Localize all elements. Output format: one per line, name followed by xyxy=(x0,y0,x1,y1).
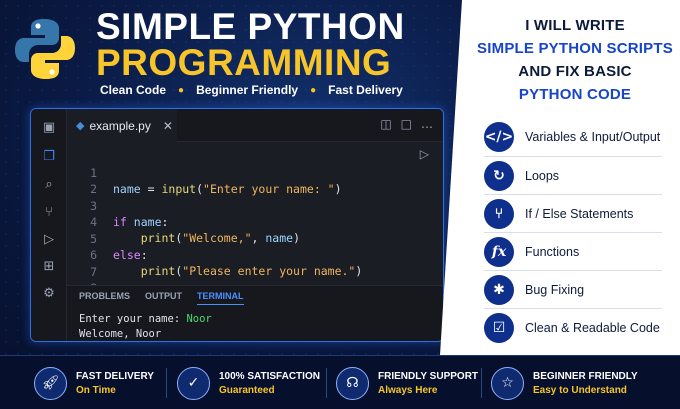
feature-label: If / Else Statements xyxy=(525,207,634,221)
shield-check-icon: ✓ xyxy=(177,366,210,400)
benefit-title: BEGINNER FRIENDLY xyxy=(533,370,638,382)
code-text: name = input("Enter your name: ") xyxy=(113,182,342,196)
feature-item: ✱ Bug Fixing xyxy=(484,275,674,305)
benefit-satisfaction: ✓ 100% SATISFACTION Guaranteed xyxy=(177,365,320,401)
offer-heading: I WILL WRITE SIMPLE PYTHON SCRIPTS AND F… xyxy=(470,14,680,106)
feature-item: ↻ Loops xyxy=(484,161,674,191)
panel-tabs: PROBLEMS OUTPUT TERMINAL xyxy=(79,291,259,305)
divider xyxy=(484,194,662,195)
tab-output[interactable]: OUTPUT xyxy=(145,291,182,305)
feature-label: Functions xyxy=(525,245,580,259)
divider xyxy=(484,308,662,309)
code-text: if name: xyxy=(113,215,169,229)
tab-bar-actions: ◫ □ … xyxy=(380,117,433,131)
package-icon[interactable]: ▣ xyxy=(40,118,58,136)
feature-label: Variables & Input/Output xyxy=(525,130,661,144)
tab-bar: ◆ example.py ✕ ◫ □ … xyxy=(67,109,443,142)
benefit-title: FRIENDLY SUPPORT xyxy=(378,370,479,382)
benefit-title: FAST DELIVERY xyxy=(76,370,154,382)
search-icon[interactable]: ⌕ xyxy=(40,175,58,193)
feature-item: </> Variables & Input/Output xyxy=(484,122,674,152)
checkbox-icon: ☑ xyxy=(484,313,514,343)
extensions-icon[interactable]: ⊞ xyxy=(40,257,58,275)
close-tab-icon[interactable]: ✕ xyxy=(163,119,173,133)
star-icon: ☆ xyxy=(491,366,524,400)
divider xyxy=(484,232,662,233)
python-logo-icon xyxy=(15,19,75,79)
rocket-icon: 🚀︎ xyxy=(34,366,67,400)
code-text: print("Please enter your name.") xyxy=(140,264,363,278)
terminal-result: Welcome, Noor xyxy=(79,328,162,340)
bullet-dot: ● xyxy=(178,84,185,96)
offer-line-2: SIMPLE PYTHON SCRIPTS xyxy=(477,40,673,57)
code-brackets-icon: </> xyxy=(484,122,514,152)
benefit-subtitle: Guaranteed xyxy=(219,384,275,396)
title-line-2: PROGRAMMING xyxy=(96,42,392,83)
terminal-input: Noor xyxy=(186,313,212,325)
activity-bar: ▣ ❐ ⌕ ⑂ ▷ ⊞ ⚙ xyxy=(31,109,67,341)
more-actions-icon[interactable]: □ xyxy=(401,117,412,131)
benefit-beginner-friendly: ☆ BEGINNER FRIENDLY Easy to Understand xyxy=(491,365,638,401)
code-line: 4 print("Welcome,", name) xyxy=(67,198,300,245)
tab-example-py[interactable]: ◆ example.py ✕ xyxy=(67,109,177,142)
run-debug-icon[interactable]: ▷ xyxy=(40,230,58,248)
divider xyxy=(166,368,167,398)
tab-label: example.py xyxy=(89,118,151,133)
bug-icon: ✱ xyxy=(484,275,514,305)
source-control-icon[interactable]: ⑂ xyxy=(40,203,58,221)
split-editor-icon[interactable]: ◫ xyxy=(380,117,391,131)
feature-label: Bug Fixing xyxy=(525,283,585,297)
feature-label: Loops xyxy=(525,169,560,183)
code-line: 7 xyxy=(67,248,109,279)
tag-line: Clean Code ● Beginner Friendly ● Fast De… xyxy=(100,83,403,97)
divider xyxy=(481,368,482,398)
loop-icon: ↻ xyxy=(484,161,514,191)
benefit-title: 100% SATISFACTION xyxy=(219,370,320,382)
code-line: 6 print("Please enter your name.") xyxy=(67,231,362,278)
code-line: 5 else: xyxy=(67,215,148,262)
divider xyxy=(326,368,327,398)
benefit-subtitle: Easy to Understand xyxy=(533,384,627,396)
code-line: 2 xyxy=(67,165,109,196)
offer-line-1: I WILL WRITE xyxy=(525,17,625,34)
tab-terminal[interactable]: TERMINAL xyxy=(197,291,244,305)
code-editor-window: ▣ ❐ ⌕ ⑂ ▷ ⊞ ⚙ ◆ example.py ✕ ◫ □ … ▷ 1 n… xyxy=(30,108,444,342)
code-line: 8 xyxy=(67,264,109,295)
settings-gear-icon[interactable]: ⚙ xyxy=(40,284,58,302)
tag-clean-code: Clean Code xyxy=(100,83,167,97)
headset-icon: ☊ xyxy=(336,366,369,400)
feature-item: ☑ Clean & Readable Code xyxy=(484,313,674,343)
branch-icon: ⑂ xyxy=(484,199,514,229)
code-line: 1 name = input("Enter your name: ") xyxy=(67,149,341,196)
terminal-output[interactable]: Enter your name: Noor Welcome, Noor xyxy=(79,312,212,341)
tag-beginner-friendly: Beginner Friendly xyxy=(196,83,299,97)
tab-problems[interactable]: PROBLEMS xyxy=(79,291,130,305)
divider xyxy=(484,156,662,157)
feature-item: ⑂ If / Else Statements xyxy=(484,199,674,229)
benefit-subtitle: On Time xyxy=(76,384,116,396)
benefit-subtitle: Always Here xyxy=(378,384,438,396)
offer-line-4: PYTHON CODE xyxy=(518,86,632,103)
code-text: print("Welcome,", name) xyxy=(140,231,301,245)
code-text: else: xyxy=(113,248,148,262)
function-icon: fx xyxy=(484,237,514,267)
ellipsis-icon[interactable]: … xyxy=(421,117,433,131)
explorer-files-icon[interactable]: ❐ xyxy=(40,147,58,165)
feature-item: fx Functions xyxy=(484,237,674,267)
terminal-prompt: Enter your name: xyxy=(79,313,187,325)
offer-line-3: AND FIX BASIC xyxy=(518,63,632,80)
divider xyxy=(484,270,662,271)
benefit-support: ☊ FRIENDLY SUPPORT Always Here xyxy=(336,365,478,401)
code-line: 3 if name: xyxy=(67,182,168,229)
python-file-icon: ◆ xyxy=(76,120,85,132)
bullet-dot: ● xyxy=(310,84,317,96)
benefit-fast-delivery: 🚀︎ FAST DELIVERY On Time xyxy=(34,365,154,401)
benefits-bar: 🚀︎ FAST DELIVERY On Time ✓ 100% SATISFAC… xyxy=(0,355,680,409)
bottom-panel: PROBLEMS OUTPUT TERMINAL Enter your name… xyxy=(67,285,443,341)
tag-fast-delivery: Fast Delivery xyxy=(328,83,403,97)
feature-label: Clean & Readable Code xyxy=(525,321,660,335)
run-file-icon[interactable]: ▷ xyxy=(420,147,429,161)
